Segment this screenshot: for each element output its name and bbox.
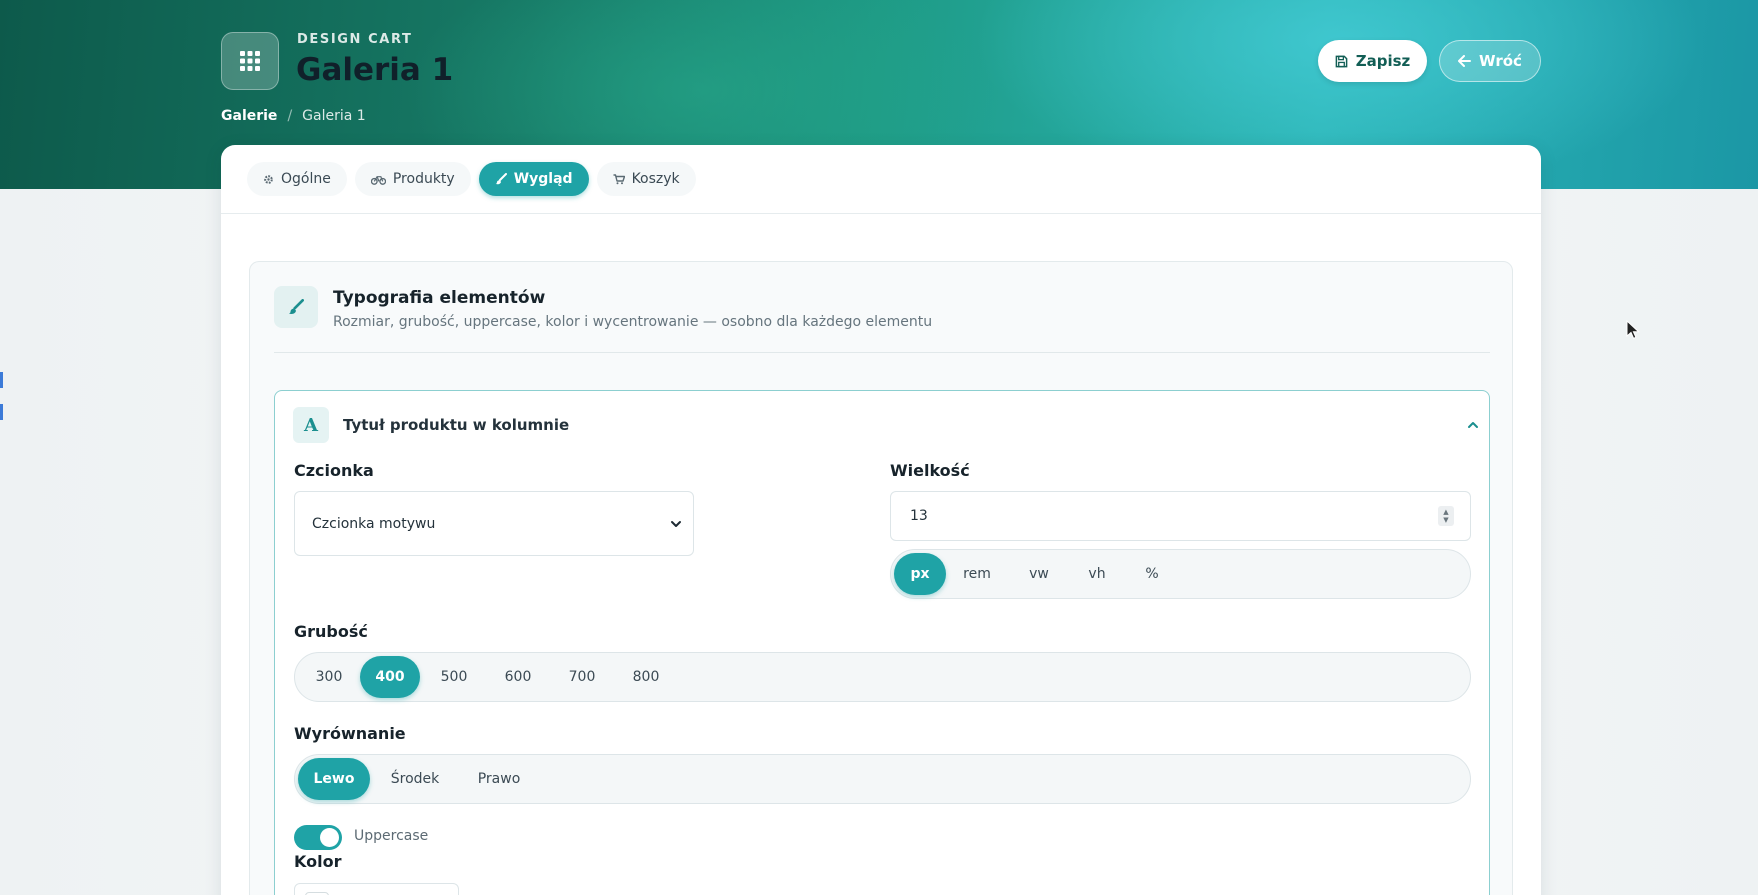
weight-label: Grubość	[294, 622, 368, 641]
align-option-right[interactable]: Prawo	[460, 758, 538, 800]
edge-marker	[0, 404, 3, 420]
save-button-label: Zapisz	[1355, 52, 1411, 70]
tab-appearance-label: Wygląd	[513, 171, 573, 187]
grid-icon	[240, 51, 260, 71]
app-grid-icon[interactable]	[221, 32, 279, 90]
size-unit-selector: px rem vw vh %	[890, 549, 1471, 599]
weight-option-600[interactable]: 600	[488, 656, 548, 698]
weight-option-400[interactable]: 400	[360, 656, 420, 698]
tab-products[interactable]: Produkty	[354, 162, 471, 196]
font-select-value: Czcionka motywu	[312, 515, 436, 532]
uppercase-label: Uppercase	[354, 828, 429, 844]
size-label: Wielkość	[890, 461, 970, 480]
back-button-label: Wróć	[1479, 52, 1522, 70]
breadcrumb-separator: /	[287, 108, 293, 124]
section-title: Typografia elementów	[333, 288, 546, 308]
element-panel-product-title: A Tytuł produktu w kolumnie Czcionka Czc…	[274, 390, 1490, 895]
mouse-cursor-icon	[1626, 320, 1640, 339]
font-select[interactable]: Czcionka motywu	[294, 491, 694, 556]
unit-option-vh[interactable]: vh	[1070, 553, 1124, 595]
gear-icon	[264, 174, 273, 184]
back-button[interactable]: Wróć	[1439, 40, 1541, 82]
settings-card: Ogólne Produkty Wygląd Koszyk Typografia…	[221, 145, 1541, 895]
tab-bar: Ogólne Produkty Wygląd Koszyk	[221, 145, 1541, 214]
section-divider	[274, 352, 1490, 353]
brush-icon	[288, 299, 304, 314]
breadcrumb: Galerie / Galeria 1	[221, 108, 366, 124]
unit-option-px[interactable]: px	[894, 553, 946, 595]
toggle-knob	[320, 828, 339, 847]
chevron-up-icon[interactable]	[1463, 415, 1483, 435]
alignment-label: Wyrównanie	[294, 724, 406, 743]
section-brush-icon	[274, 286, 318, 328]
size-stepper[interactable]: ▲ ▼	[1438, 506, 1454, 526]
weight-option-700[interactable]: 700	[548, 656, 616, 698]
unit-option-vw[interactable]: vw	[1008, 553, 1070, 595]
section-description: Rozmiar, grubość, uppercase, kolor i wyc…	[333, 314, 933, 330]
alignment-selector: Lewo Środek Prawo	[294, 754, 1471, 804]
bicycle-icon	[370, 175, 386, 185]
weight-option-500[interactable]: 500	[420, 656, 488, 698]
panel-title[interactable]: Tytuł produktu w kolumnie	[343, 416, 569, 434]
floppy-disk-icon	[1335, 55, 1348, 67]
align-option-left[interactable]: Lewo	[298, 758, 370, 800]
unit-option-rem[interactable]: rem	[946, 553, 1008, 595]
font-letter-icon: A	[293, 407, 329, 443]
unit-option-percent[interactable]: %	[1124, 553, 1180, 595]
weight-selector: 300 400 500 600 700 800	[294, 652, 1471, 702]
app-subtitle: DESIGN CART	[297, 32, 413, 47]
weight-option-300[interactable]: 300	[298, 656, 360, 698]
tab-products-label: Produkty	[392, 171, 455, 187]
breadcrumb-link-galleries[interactable]: Galerie	[221, 108, 277, 124]
size-input[interactable]: 13 ▲ ▼	[890, 491, 1471, 541]
tab-cart-label: Koszyk	[631, 171, 680, 187]
align-option-center[interactable]: Środek	[370, 758, 460, 800]
font-label: Czcionka	[294, 461, 374, 480]
tab-cart[interactable]: Koszyk	[596, 162, 696, 196]
color-picker[interactable]	[294, 883, 459, 895]
size-input-value: 13	[910, 508, 928, 524]
cart-icon	[613, 173, 625, 184]
breadcrumb-current: Galeria 1	[302, 108, 366, 124]
tab-appearance[interactable]: Wygląd	[478, 162, 589, 196]
save-button[interactable]: Zapisz	[1318, 40, 1427, 82]
tab-general-label: Ogólne	[281, 171, 331, 187]
page-title: Galeria 1	[296, 52, 454, 88]
tab-general[interactable]: Ogólne	[247, 162, 347, 196]
arrow-left-icon	[1458, 55, 1472, 67]
chevron-down-icon	[671, 521, 681, 527]
edge-marker	[0, 372, 3, 388]
color-label: Kolor	[294, 852, 342, 871]
uppercase-toggle[interactable]	[294, 825, 342, 850]
typography-section: Typografia elementów Rozmiar, grubość, u…	[249, 261, 1513, 895]
brush-icon	[495, 173, 507, 185]
weight-option-800[interactable]: 800	[616, 656, 676, 698]
